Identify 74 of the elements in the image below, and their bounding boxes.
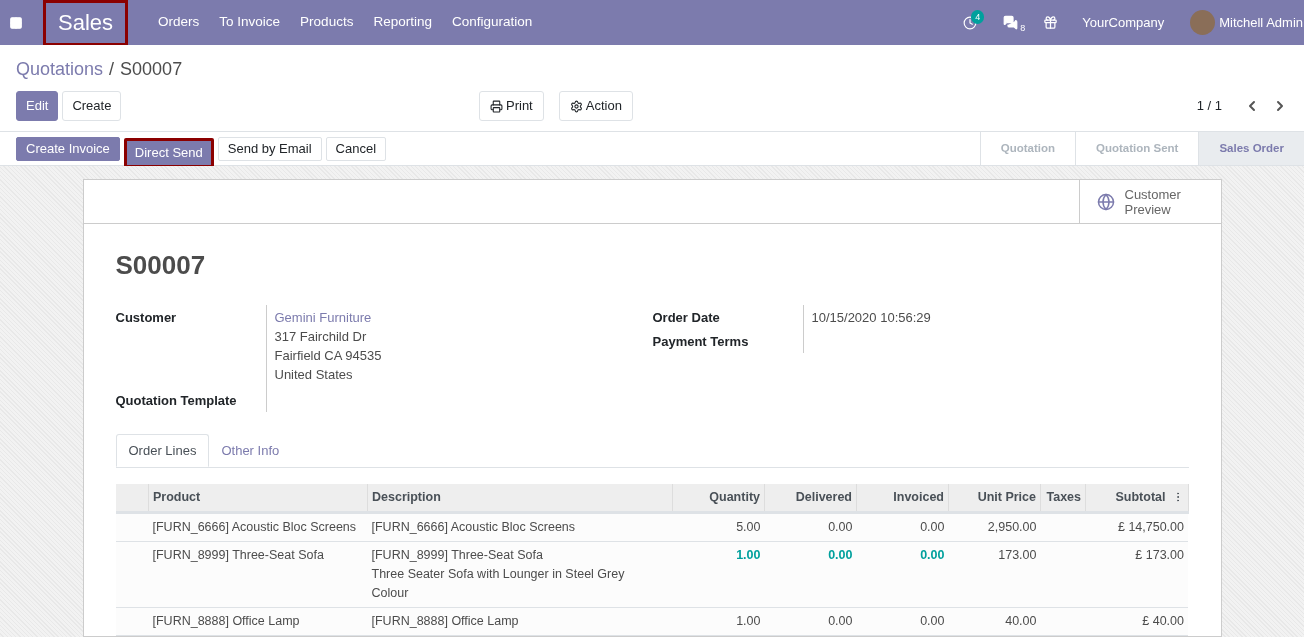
gift-icon[interactable] [1043, 15, 1059, 30]
table-cell: 0.00 [920, 547, 945, 562]
breadcrumb-separator: / [109, 58, 115, 81]
activity-count-badge: 4 [971, 9, 985, 24]
table-cell: [FURN_8888] Office Lamp [152, 613, 300, 628]
workflow-button[interactable]: Cancel [325, 136, 387, 161]
table-cell: 5.00 [736, 519, 761, 534]
address-line: Fairfield CA 94535 [274, 347, 382, 365]
toolbar-button[interactable]: Print [479, 91, 544, 121]
column-header[interactable]: Unit Price [977, 489, 1036, 504]
table-cell: [FURN_8999] Three-Seat Sofa [152, 547, 324, 562]
menu-item[interactable]: Configuration [451, 12, 533, 33]
order-line-row[interactable]: [FURN_8999] Three-Seat Sofa [FURN_8999] Three-Seat Sofa Three Seater Sofa with Lounger in Steel Grey Colour 1.00 0.00 0.00 173.00 £ 173.00 [115, 541, 1188, 607]
table-cell: 2,950.00 [987, 519, 1037, 534]
table-cell: £ 40.00 [1142, 613, 1184, 628]
table-cell: 173.00 [998, 547, 1037, 562]
table-cell: 0.00 [920, 613, 945, 628]
column-header[interactable]: Description [372, 489, 441, 504]
table-cell: £ 173.00 [1135, 547, 1184, 562]
field-value: 10/15/2020 10:56:29 [811, 310, 931, 325]
printer-icon [490, 99, 503, 113]
column-header[interactable]: Delivered [795, 489, 852, 504]
toolbar-button[interactable]: Create [62, 91, 122, 121]
menu-item[interactable]: Products [300, 12, 354, 33]
pager-counter: 1 / 1 [1196, 97, 1222, 116]
customer-link[interactable]: Gemini Furniture [274, 308, 382, 327]
gear-icon [569, 99, 583, 113]
table-cell: 0.00 [828, 519, 853, 534]
messages-count: 8 [1020, 21, 1026, 35]
field-label: Payment Terms [652, 333, 750, 351]
table-cell-text: [FURN_6666] Acoustic Bloc Screens [371, 518, 577, 536]
table-cell-text: [FURN_8888] Office Lamp [371, 612, 520, 630]
column-header[interactable]: Quantity [709, 489, 760, 504]
menu-item[interactable]: To Invoice [219, 12, 281, 33]
column-header[interactable]: Subtotal [1115, 487, 1166, 507]
order-title: S00007 [115, 249, 207, 282]
breadcrumb-link[interactable]: Quotations [16, 56, 104, 83]
toolbar-button[interactable]: Edit [16, 91, 59, 121]
column-header[interactable]: Invoiced [893, 489, 944, 504]
order-line-row[interactable]: [FURN_8888] Office Lamp [FURN_8888] Office Lamp 1.00 0.00 0.00 40.00 £ 40.00 [115, 607, 1188, 635]
form-tab[interactable]: Other Info [209, 434, 292, 467]
workflow-button[interactable]: Create Invoice [16, 136, 120, 161]
order-line-row[interactable]: [FURN_6666] Acoustic Bloc Screens [FURN_6666] Acoustic Bloc Screens 5.00 0.00 0.00 2,950.00 £ 14,750.00 [115, 512, 1188, 541]
table-cell: [FURN_6666] Acoustic Bloc Screens [152, 519, 357, 534]
globe-icon [1096, 192, 1115, 211]
field-label: Order Date [652, 309, 721, 327]
breadcrumb-current: S00007 [120, 58, 183, 81]
column-header[interactable]: Product [153, 489, 201, 504]
status-stage[interactable]: Sales Order [1198, 132, 1304, 165]
table-cell: 40.00 [1005, 613, 1037, 628]
field-label: Customer [115, 309, 178, 327]
company-switcher[interactable]: YourCompany [1082, 12, 1165, 33]
menu-item[interactable]: Orders [158, 12, 200, 33]
messages-icon[interactable] [1003, 15, 1019, 30]
table-cell-text: [FURN_8999] Three-Seat Sofa [371, 546, 544, 564]
address-line: 317 Fairchild Dr [274, 328, 368, 346]
workflow-button[interactable]: Send by Email [217, 136, 322, 161]
table-cell: 1.00 [736, 547, 761, 562]
user-menu[interactable]: Mitchell Admin [1219, 12, 1303, 33]
menu-item[interactable]: Reporting [373, 12, 432, 33]
table-cell: 0.00 [828, 547, 853, 562]
table-cell-text: Three Seater Sofa with Lounger in Steel Grey Colour [371, 565, 626, 602]
table-cell: 0.00 [828, 613, 853, 628]
table-cell: 0.00 [920, 519, 945, 534]
table-cell: £ 14,750.00 [1117, 519, 1184, 534]
activity-icon[interactable] [963, 15, 978, 30]
column-header[interactable]: Taxes [1046, 489, 1081, 504]
toolbar-button[interactable]: Action [558, 91, 633, 121]
customer-preview-button[interactable]: Customer Preview [1078, 180, 1221, 223]
address-line: United States [274, 366, 354, 384]
workflow-button[interactable]: Direct Send [123, 137, 214, 168]
field-label: Quotation Template [115, 392, 238, 410]
form-tab[interactable]: Order Lines [115, 434, 210, 467]
table-cell: 1.00 [736, 613, 761, 628]
